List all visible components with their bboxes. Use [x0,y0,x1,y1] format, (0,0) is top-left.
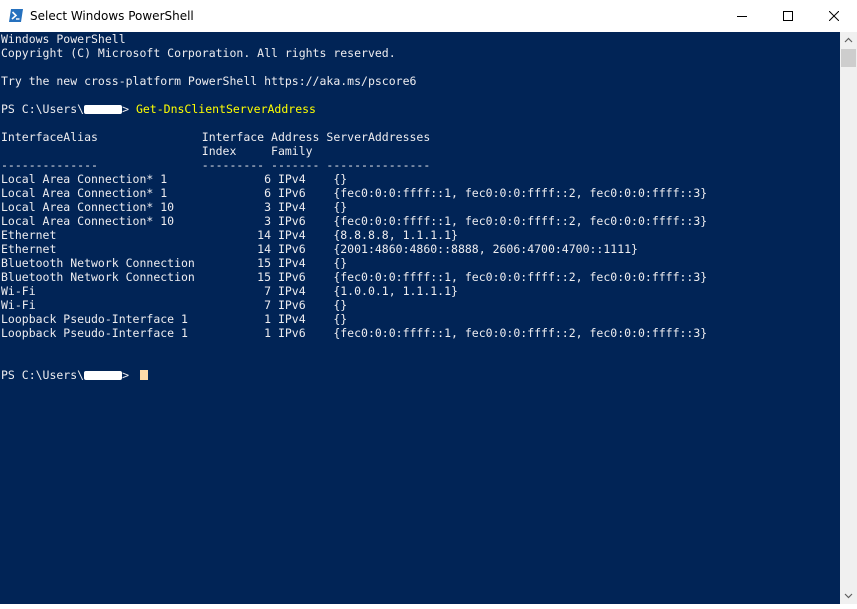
close-icon [829,11,839,21]
title-bar[interactable]: Select Windows PowerShell [0,0,857,32]
vertical-scrollbar[interactable] [840,32,857,604]
table-row: Bluetooth Network Connection 15 IPv6 {fe… [1,270,708,284]
text-cursor [139,370,148,380]
banner-line: Copyright (C) Microsoft Corporation. All… [1,46,396,60]
maximize-icon [783,11,793,21]
close-button[interactable] [811,0,857,32]
banner-line [1,60,707,74]
redacted-username [84,105,123,114]
maximize-button[interactable] [765,0,811,32]
powershell-window: Select Windows PowerShell Windows PowerS… [0,0,857,604]
table-row: Bluetooth Network Connection 15 IPv4 {} [1,256,348,270]
input-prompt-line[interactable]: PS C:\Users\ > [1,368,707,382]
prompt-suffix: > [122,102,136,116]
table-row: Loopback Pseudo-Interface 1 1 IPv6 {fec0… [1,326,708,340]
table-separator: -------------- --------- ------- -------… [1,158,431,172]
minimize-icon [737,16,747,17]
table-row: Local Area Connection* 1 6 IPv6 {fec0:0:… [1,186,708,200]
table-header-line: InterfaceAlias Interface Address ServerA… [1,130,431,144]
table-row: Wi-Fi 7 IPv6 {} [1,298,348,312]
table-row: Local Area Connection* 10 3 IPv4 {} [1,200,348,214]
command-prompt-line: PS C:\Users\ > Get-DnsClientServerAddress [1,102,707,116]
table-header-line: Index Family [1,144,313,158]
chevron-up-icon [844,37,853,43]
scrollbar-thumb[interactable] [841,49,856,67]
prompt-suffix: > [122,368,136,382]
redacted-username [84,371,123,380]
minimize-button[interactable] [719,0,765,32]
table-row: Loopback Pseudo-Interface 1 1 IPv4 {} [1,312,348,326]
table-row: Wi-Fi 7 IPv4 {1.0.0.1, 1.1.1.1} [1,284,458,298]
powershell-icon [9,9,23,22]
command-text: Get-DnsClientServerAddress [135,102,316,116]
chevron-down-icon [844,593,853,599]
prompt-prefix: PS C:\Users\ [1,368,85,382]
console-output[interactable]: Windows PowerShell Copyright (C) Microsof… [0,32,840,604]
table-row: Ethernet 14 IPv6 {2001:4860:4860::8888, … [1,242,638,256]
banner-line: Try the new cross-platform PowerShell ht… [1,74,417,88]
banner-line: Windows PowerShell [1,32,126,46]
table-row: Local Area Connection* 10 3 IPv6 {fec0:0… [1,214,708,228]
table-row: Ethernet 14 IPv4 {8.8.8.8, 1.1.1.1} [1,228,458,242]
window-title: Select Windows PowerShell [30,9,194,23]
prompt-prefix: PS C:\Users\ [1,102,85,116]
table-row: Local Area Connection* 1 6 IPv4 {} [1,172,348,186]
scroll-down-button[interactable] [840,587,857,604]
scroll-up-button[interactable] [840,32,857,49]
